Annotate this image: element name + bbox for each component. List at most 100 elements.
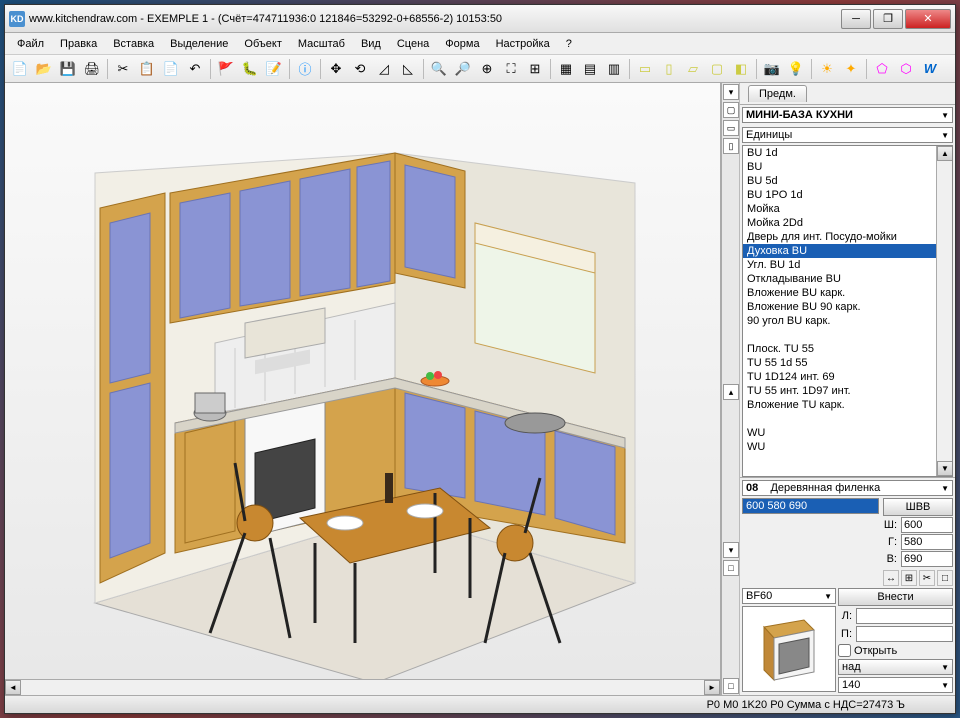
width-input[interactable]: [901, 517, 953, 533]
menu-view[interactable]: Вид: [353, 36, 389, 52]
menu-help[interactable]: ?: [558, 36, 580, 52]
insert-button[interactable]: Внести: [838, 588, 953, 606]
view3-icon[interactable]: ▥: [603, 58, 625, 80]
scroll-right-icon[interactable]: ►: [704, 680, 720, 695]
w-icon[interactable]: W: [919, 58, 941, 80]
paste-icon[interactable]: 📄: [160, 58, 182, 80]
opt2-icon[interactable]: ⊞: [901, 570, 917, 586]
box2-icon[interactable]: ▯: [658, 58, 680, 80]
list-item[interactable]: BU 1PO 1d: [743, 188, 952, 202]
list-item[interactable]: [743, 328, 952, 342]
undo-icon[interactable]: ↶: [184, 58, 206, 80]
list-item[interactable]: Плоск. TU 55: [743, 342, 952, 356]
mirror1-icon[interactable]: ◿: [373, 58, 395, 80]
mode4-icon[interactable]: ▯: [723, 138, 739, 154]
list-item[interactable]: BU: [743, 160, 952, 174]
mode-sq-icon[interactable]: □: [723, 560, 739, 576]
list-item[interactable]: BU 5d: [743, 174, 952, 188]
list-item[interactable]: Духовка BU: [743, 244, 952, 258]
list-scrollbar[interactable]: ▲ ▼: [936, 146, 952, 476]
light2-icon[interactable]: ✦: [840, 58, 862, 80]
open-checkbox[interactable]: [838, 644, 851, 657]
zoom-icon[interactable]: ⊕: [476, 58, 498, 80]
mode-sq2-icon[interactable]: □: [723, 678, 739, 694]
light-icon[interactable]: 💡: [785, 58, 807, 80]
list-item[interactable]: Дверь для инт. Посудо-мойки: [743, 230, 952, 244]
menu-selection[interactable]: Выделение: [162, 36, 236, 52]
menu-scale[interactable]: Масштаб: [290, 36, 353, 52]
list-item[interactable]: BU 1d: [743, 146, 952, 160]
list-item[interactable]: 90 угол BU карк.: [743, 314, 952, 328]
fit-icon[interactable]: ⛶: [500, 58, 522, 80]
info-icon[interactable]: ⓘ: [294, 58, 316, 80]
open-checkbox-row[interactable]: Открыть: [838, 644, 953, 657]
poly1-icon[interactable]: ⬠: [871, 58, 893, 80]
menu-form[interactable]: Форма: [437, 36, 487, 52]
item-list[interactable]: BU 1dBUBU 5dBU 1PO 1dМойкаМойка 2DdДверь…: [742, 145, 953, 477]
light1-icon[interactable]: ☀: [816, 58, 838, 80]
bug-icon[interactable]: 🐛: [239, 58, 261, 80]
scroll-up-icon[interactable]: ▲: [937, 146, 953, 161]
height-input[interactable]: [901, 551, 953, 567]
list-item[interactable]: Вложение BU 90 карк.: [743, 300, 952, 314]
list-item[interactable]: [743, 412, 952, 426]
move-icon[interactable]: ✥: [325, 58, 347, 80]
box1-icon[interactable]: ▭: [634, 58, 656, 80]
mode3-icon[interactable]: ▭: [723, 120, 739, 136]
print-icon[interactable]: 🖨: [81, 58, 103, 80]
catalog-combo[interactable]: МИНИ-БАЗА КУХНИ ▼: [742, 107, 953, 123]
3d-canvas[interactable]: [5, 83, 720, 679]
dim-mode-button[interactable]: ШВВ: [883, 498, 953, 516]
list-item[interactable]: Мойка: [743, 202, 952, 216]
dim-selection[interactable]: 600 580 690: [742, 498, 879, 514]
horizontal-scrollbar[interactable]: ◄ ►: [5, 679, 720, 695]
list-item[interactable]: TU 55 1d 55: [743, 356, 952, 370]
position-value-combo[interactable]: 140 ▼: [838, 677, 953, 693]
category-combo[interactable]: Единицы ▼: [742, 127, 953, 143]
l-input[interactable]: [856, 608, 953, 624]
scroll-down-icon[interactable]: ▼: [937, 461, 953, 476]
bf-combo[interactable]: BF60 ▼: [742, 588, 836, 604]
mode-down-icon[interactable]: ▾: [723, 542, 739, 558]
menu-settings[interactable]: Настройка: [488, 36, 558, 52]
list-item[interactable]: Вложение BU карк.: [743, 286, 952, 300]
list-item[interactable]: TU 55 инт. 1D97 инт.: [743, 384, 952, 398]
box5-icon[interactable]: ◧: [730, 58, 752, 80]
mode1-icon[interactable]: ▾: [723, 84, 739, 100]
list-item[interactable]: Вложение TU карк.: [743, 398, 952, 412]
copy-icon[interactable]: 📋: [136, 58, 158, 80]
mirror2-icon[interactable]: ◺: [397, 58, 419, 80]
open-icon[interactable]: 📂: [33, 58, 55, 80]
list-item[interactable]: Угл. BU 1d: [743, 258, 952, 272]
opt4-icon[interactable]: □: [937, 570, 953, 586]
opt1-icon[interactable]: ↔: [883, 570, 899, 586]
tab-objects[interactable]: Предм.: [748, 85, 807, 102]
menu-insert[interactable]: Вставка: [105, 36, 162, 52]
view1-icon[interactable]: ▦: [555, 58, 577, 80]
p-input[interactable]: [856, 626, 953, 642]
mode-up-icon[interactable]: ▴: [723, 384, 739, 400]
list-item[interactable]: WU: [743, 440, 952, 454]
new-icon[interactable]: 📄: [9, 58, 31, 80]
minimize-button[interactable]: ─: [841, 9, 871, 29]
scroll-left-icon[interactable]: ◄: [5, 680, 21, 695]
list-item[interactable]: WU: [743, 426, 952, 440]
menu-file[interactable]: Файл: [9, 36, 52, 52]
view2-icon[interactable]: ▤: [579, 58, 601, 80]
menu-edit[interactable]: Правка: [52, 36, 105, 52]
text-icon[interactable]: 📝: [263, 58, 285, 80]
rotate-icon[interactable]: ⟲: [349, 58, 371, 80]
position-combo[interactable]: над ▼: [838, 659, 953, 675]
save-icon[interactable]: 💾: [57, 58, 79, 80]
list-item[interactable]: Откладывание BU: [743, 272, 952, 286]
box3-icon[interactable]: ▱: [682, 58, 704, 80]
scroll-track[interactable]: [21, 680, 704, 695]
flag-icon[interactable]: 🚩: [215, 58, 237, 80]
zoom-out-icon[interactable]: 🔎: [452, 58, 474, 80]
box4-icon[interactable]: ▢: [706, 58, 728, 80]
item-desc-combo[interactable]: 08 Деревянная филенка ▼: [742, 480, 953, 496]
mode2-icon[interactable]: ▢: [723, 102, 739, 118]
grid-icon[interactable]: ⊞: [524, 58, 546, 80]
camera-icon[interactable]: 📷: [761, 58, 783, 80]
menu-scene[interactable]: Сцена: [389, 36, 437, 52]
